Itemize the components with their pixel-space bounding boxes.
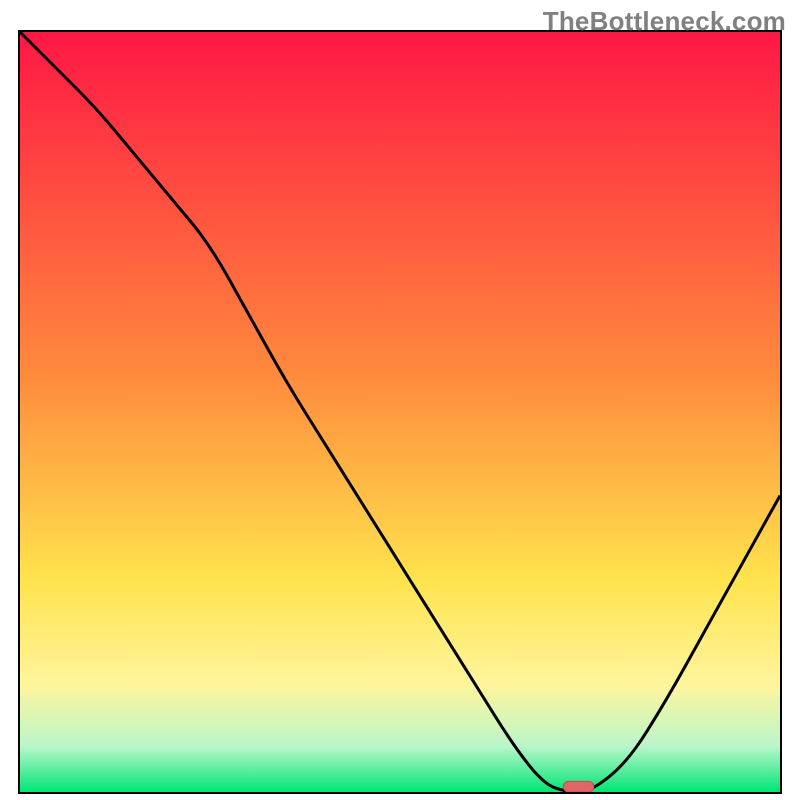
chart-container: TheBottleneck.com — [0, 0, 800, 800]
watermark-text: TheBottleneck.com — [543, 6, 786, 37]
optimal-point-marker — [563, 781, 593, 792]
chart-frame — [18, 30, 782, 794]
bottleneck-chart — [20, 32, 780, 792]
gradient-background — [20, 32, 780, 792]
